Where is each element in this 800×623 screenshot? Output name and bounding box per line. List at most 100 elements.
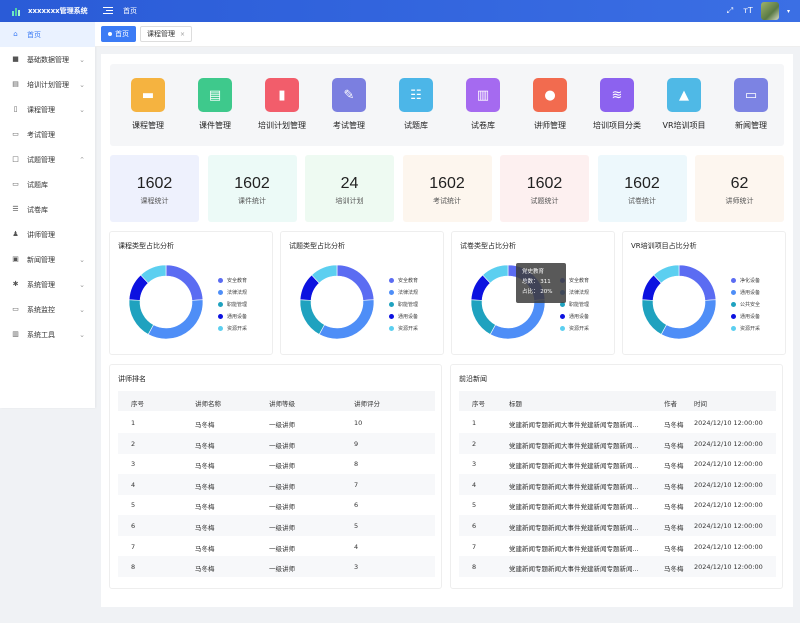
- legend-dot-icon: [560, 313, 565, 319]
- table-row[interactable]: 2 党建新闻专题新闻大事件党建新闻专题新闻... 马冬梅 2024/12/10 12:…: [459, 432, 776, 454]
- legend-item[interactable]: 资源开采: [218, 322, 247, 334]
- active-dot-icon: [108, 32, 112, 36]
- legend-item[interactable]: 通用设备: [389, 310, 418, 322]
- tab-item[interactable]: 课程管理 ×: [140, 26, 193, 42]
- module-shortcut[interactable]: ▮ 培训计划管理: [247, 78, 317, 131]
- table-cell: 2024/12/10 12:00:00: [694, 460, 763, 469]
- header-home-link[interactable]: 首页: [123, 6, 137, 16]
- table-row[interactable]: 3 党建新闻专题新闻大事件党建新闻专题新闻... 马冬梅 2024/12/10 12:…: [459, 453, 776, 474]
- column-header: 讲师评分: [354, 400, 380, 408]
- legend-label: 安全教育: [227, 277, 248, 284]
- table-row[interactable]: 8 马冬梅 一级讲师 3: [118, 556, 435, 578]
- table-row[interactable]: 5 马冬梅 一级讲师 6: [118, 494, 435, 515]
- legend-dot-icon: [731, 289, 736, 295]
- table-row[interactable]: 6 马冬梅 一级讲师 5: [118, 515, 435, 536]
- chevron-down-icon[interactable]: ▾: [787, 8, 790, 15]
- module-shortcut[interactable]: ▤ 课件管理: [180, 78, 250, 131]
- sidebar-item[interactable]: ▥ 系统工具 ⌄: [0, 322, 95, 347]
- sidebar-item[interactable]: ✱ 系统管理 ⌄: [0, 272, 95, 297]
- module-shortcut[interactable]: ☷ 试题库: [381, 78, 451, 131]
- sidebar-item[interactable]: ⌂ 首页: [0, 22, 95, 47]
- avatar[interactable]: [760, 2, 779, 20]
- module-label: 课件管理: [199, 121, 231, 130]
- table-row[interactable]: 5 党建新闻专题新闻大事件党建新闻专题新闻... 马冬梅 2024/12/10 12:…: [459, 494, 776, 515]
- legend-item[interactable]: 职能管理: [218, 298, 247, 310]
- table-row[interactable]: 8 党建新闻专题新闻大事件党建新闻专题新闻... 马冬梅 2024/12/10 12:…: [459, 556, 776, 578]
- sidebar-item[interactable]: ▭ 试题库: [0, 172, 95, 197]
- sidebar-item[interactable]: □ 试题管理 ⌃: [0, 147, 95, 172]
- donut-chart[interactable]: [126, 262, 206, 342]
- donut-slice[interactable]: [660, 299, 717, 340]
- legend-item[interactable]: 法律法规: [389, 286, 418, 298]
- legend-item[interactable]: 通用设备: [731, 286, 760, 298]
- table-cell: 马冬梅: [195, 565, 215, 574]
- legend-item[interactable]: 法律法规: [218, 286, 247, 298]
- table-cell: 马冬梅: [664, 482, 684, 491]
- sidebar-item[interactable]: ▭ 系统监控 ⌄: [0, 297, 95, 322]
- table-row[interactable]: 7 党建新闻专题新闻大事件党建新闻专题新闻... 马冬梅 2024/12/10 12:…: [459, 536, 776, 557]
- legend-dot-icon: [218, 289, 223, 295]
- fullscreen-icon[interactable]: ⤢: [725, 6, 735, 16]
- table-row[interactable]: 6 党建新闻专题新闻大事件党建新闻专题新闻... 马冬梅 2024/12/10 12:…: [459, 515, 776, 536]
- menu-toggle-icon[interactable]: [103, 7, 113, 15]
- donut-slice[interactable]: [147, 299, 204, 340]
- sidebar-item[interactable]: ▣ 新闻管理 ⌄: [0, 247, 95, 272]
- table-row[interactable]: 4 马冬梅 一级讲师 7: [118, 473, 435, 495]
- donut-slice[interactable]: [489, 299, 546, 340]
- module-shortcuts: ▬ 课程管理 ▤ 课件管理 ▮ 培训计划管理 ✎ 考试管理 ☷ 试题库 ▥ 试卷库 ● 讲师管理 ≋ 培训项目…: [110, 64, 784, 146]
- table-row[interactable]: 1 马冬梅 一级讲师 10: [118, 412, 435, 433]
- sidebar-item[interactable]: ♟ 讲师管理: [0, 222, 95, 247]
- donut-slice[interactable]: [678, 264, 717, 301]
- legend-item[interactable]: 通用设备: [218, 310, 247, 322]
- sidebar-item[interactable]: ▤ 培训计划管理 ⌄: [0, 72, 95, 97]
- module-shortcut[interactable]: ✎ 考试管理: [314, 78, 384, 131]
- sidebar-item[interactable]: ☰ 试卷库: [0, 197, 95, 222]
- legend-item[interactable]: 公共安全: [731, 298, 760, 310]
- legend-item[interactable]: 职能管理: [389, 298, 418, 310]
- legend-label: 安全教育: [398, 277, 419, 284]
- module-shortcut[interactable]: ● 讲师管理: [515, 78, 585, 131]
- module-shortcut[interactable]: ≋ 培训项目分类: [582, 78, 652, 131]
- donut-chart[interactable]: [639, 262, 719, 342]
- legend-item[interactable]: 资源开采: [560, 322, 589, 334]
- table-cell: 7: [472, 542, 477, 551]
- table-cell: 党建新闻专题新闻大事件党建新闻专题新闻...: [509, 421, 639, 429]
- sidebar-item[interactable]: ▯ 课程管理 ⌄: [0, 97, 95, 122]
- donut-slice[interactable]: [641, 299, 667, 335]
- donut-slice[interactable]: [318, 299, 375, 340]
- legend-label: 职能管理: [398, 301, 419, 308]
- table-row[interactable]: 1 党建新闻专题新闻大事件党建新闻专题新闻... 马冬梅 2024/12/10 12:…: [459, 412, 776, 433]
- legend-item[interactable]: 资源开采: [731, 322, 760, 334]
- legend-item[interactable]: 通用设备: [731, 310, 760, 322]
- donut-slice[interactable]: [470, 299, 496, 335]
- donut-slice[interactable]: [336, 264, 375, 301]
- message-icon: ▭: [734, 78, 768, 112]
- table-cell: 党建新闻专题新闻大事件党建新闻专题新闻...: [509, 482, 639, 491]
- sidebar-item[interactable]: ▭ 考试管理: [0, 122, 95, 147]
- donut-chart[interactable]: [297, 262, 377, 342]
- table-row[interactable]: 3 马冬梅 一级讲师 8: [118, 453, 435, 474]
- module-shortcut[interactable]: ▭ 新闻管理: [716, 78, 786, 131]
- module-shortcut[interactable]: ▬ 课程管理: [113, 78, 183, 131]
- donut-slice[interactable]: [128, 299, 154, 335]
- table-row[interactable]: 2 马冬梅 一级讲师 9: [118, 432, 435, 454]
- logo-area: xxxxxxx管理系统: [0, 0, 95, 22]
- table-row[interactable]: 7 马冬梅 一级讲师 4: [118, 536, 435, 557]
- font-size-icon[interactable]: ᴛT: [743, 6, 753, 16]
- close-icon[interactable]: ×: [180, 31, 185, 38]
- legend-item[interactable]: 安全教育: [218, 274, 247, 286]
- legend-item[interactable]: 通用设备: [560, 310, 589, 322]
- sidebar-item-label: 系统监控: [27, 305, 55, 314]
- module-shortcut[interactable]: ▥ 试卷库: [448, 78, 518, 131]
- legend-item[interactable]: 净化设备: [731, 274, 760, 286]
- table-cell: 4: [131, 480, 136, 489]
- table-row[interactable]: 4 党建新闻专题新闻大事件党建新闻专题新闻... 马冬梅 2024/12/10 12:…: [459, 473, 776, 495]
- sidebar-item[interactable]: ■ 基础数据管理 ⌄: [0, 47, 95, 72]
- table-cell: 马冬梅: [195, 462, 215, 471]
- legend-item[interactable]: 安全教育: [389, 274, 418, 286]
- tab-item[interactable]: 首页: [101, 26, 136, 42]
- legend-item[interactable]: 资源开采: [389, 322, 418, 334]
- module-shortcut[interactable]: ▲ VR培训项目: [649, 78, 719, 131]
- donut-slice[interactable]: [165, 264, 204, 301]
- donut-slice[interactable]: [299, 299, 325, 335]
